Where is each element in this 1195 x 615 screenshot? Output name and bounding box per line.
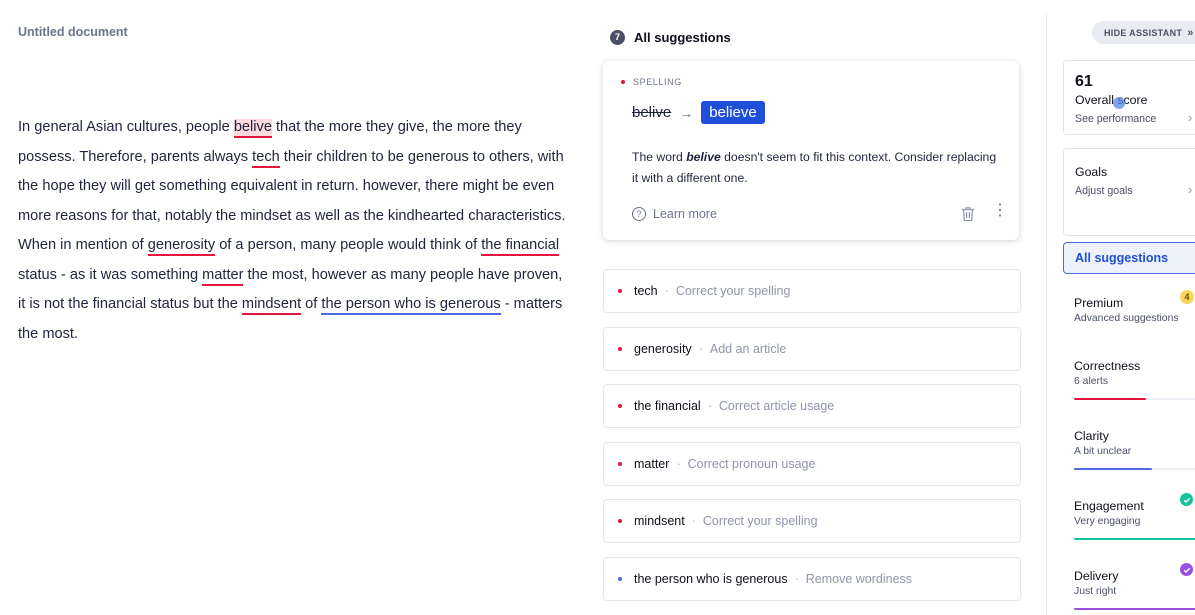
- separator: ·: [707, 399, 712, 413]
- arrow-right-icon: →: [679, 104, 694, 121]
- document-text: of a person, many people would think of: [215, 237, 482, 253]
- desc-prefix: The word: [632, 150, 687, 164]
- separator: ·: [676, 456, 681, 471]
- suggestion-hint: Add an article: [709, 341, 787, 356]
- document-title[interactable]: Untitled document: [18, 25, 128, 39]
- category-title: Correctness: [1074, 359, 1141, 373]
- premium-title: Premium: [1074, 296, 1124, 310]
- more-options-icon[interactable]: ⋮: [992, 203, 1008, 219]
- suggestion-hint: Correct your spelling: [702, 514, 818, 528]
- suggestions-title: All suggestions: [634, 30, 731, 45]
- document-editor[interactable]: In general Asian cultures, people belive…: [18, 113, 566, 349]
- suggestion-count-badge: 7: [610, 30, 625, 45]
- desc-word: belive: [686, 150, 721, 164]
- adjust-goals-link[interactable]: Adjust goals: [1075, 185, 1133, 197]
- goals-card[interactable]: Goals Adjust goals ›: [1063, 148, 1195, 236]
- accept-replacement-button[interactable]: believe: [701, 101, 765, 124]
- category-clarity[interactable]: Clarity A bit unclear: [1074, 429, 1131, 457]
- overall-score-label: Overall score: [1075, 93, 1148, 107]
- trash-icon[interactable]: [961, 206, 975, 222]
- suggestion-item[interactable]: matter · Correct pronoun usage: [603, 441, 1021, 486]
- category-dot: [621, 80, 625, 84]
- premium-category[interactable]: Premium Advanced suggestions: [1074, 296, 1179, 324]
- category-title: Clarity: [1074, 429, 1109, 443]
- hide-assistant-button[interactable]: HIDE ASSISTANT »: [1092, 21, 1195, 44]
- category-label: SPELLING: [633, 77, 682, 87]
- category-progress-fill: [1074, 608, 1195, 610]
- suggestion-hint: Correct article usage: [718, 399, 835, 413]
- double-chevron-right-icon: »: [1187, 26, 1194, 39]
- assistant-sidebar: HIDE ASSISTANT » 61 Overall score See pe…: [1046, 13, 1195, 615]
- suggestion-dot: [618, 461, 622, 466]
- flagged-word-active[interactable]: belive: [233, 119, 272, 138]
- suggestion-item[interactable]: mindsent · Correct your spelling: [603, 499, 1021, 543]
- premium-count-badge: 4: [1180, 290, 1194, 304]
- suggestion-item[interactable]: the financial · Correct article usage: [603, 384, 1021, 428]
- category-delivery[interactable]: Delivery Just right: [1074, 569, 1118, 597]
- chevron-right-icon: ›: [1188, 182, 1193, 197]
- suggestion-item[interactable]: tech · Correct your spelling: [603, 269, 1021, 313]
- flagged-word[interactable]: the financial: [481, 237, 560, 256]
- suggestion-hint: Remove wordiness: [805, 571, 913, 586]
- category-status: Just right: [1074, 586, 1117, 597]
- separator: ·: [664, 284, 669, 298]
- replacement-row: belive → believe: [632, 101, 765, 124]
- suggestion-category: SPELLING: [621, 77, 682, 87]
- document-text: In general Asian cultures, people: [18, 119, 234, 135]
- flagged-word[interactable]: mindsent: [241, 296, 302, 315]
- question-icon: ?: [632, 207, 646, 221]
- suggestion-dot: [618, 346, 622, 351]
- category-engagement[interactable]: Engagement Very engaging: [1074, 499, 1144, 527]
- document-text: status - as it was something: [18, 266, 203, 283]
- suggestion-term: matter: [634, 456, 670, 471]
- suggestion-item[interactable]: generosity · Add an article: [603, 326, 1021, 371]
- original-word: belive: [632, 104, 672, 121]
- suggestion-dot: [618, 519, 622, 523]
- flagged-word[interactable]: generosity: [147, 237, 216, 256]
- learn-more-label: Learn more: [653, 207, 717, 221]
- suggestion-item[interactable]: the person who is generous · Remove wordin…: [603, 556, 1021, 601]
- category-status: 6 alerts: [1074, 376, 1109, 387]
- separator: ·: [698, 341, 703, 356]
- category-progress-fill: [1074, 538, 1195, 540]
- suggestion-term: generosity: [634, 341, 692, 356]
- suggestion-term: the person who is generous: [634, 571, 788, 586]
- category-progress-fill: [1074, 398, 1146, 400]
- flagged-word[interactable]: matter: [202, 266, 244, 286]
- mouse-cursor: [1113, 97, 1125, 109]
- flagged-word[interactable]: tech: [252, 148, 280, 168]
- suggestion-term: mindsent: [634, 514, 685, 528]
- overall-score-card[interactable]: 61 Overall score See performance ›: [1063, 60, 1195, 135]
- category-progress-fill: [1074, 468, 1152, 470]
- suggestion-description: The word belive doesn't seem to fit this…: [632, 147, 1002, 189]
- suggestion-hint: Correct pronoun usage: [687, 456, 816, 471]
- document-text: of: [301, 296, 322, 312]
- overall-score-value: 61: [1075, 73, 1093, 90]
- premium-sub: Advanced suggestions: [1074, 313, 1179, 324]
- flagged-phrase[interactable]: the person who is generous: [321, 296, 501, 315]
- suggestion-dot: [618, 289, 622, 293]
- chevron-right-icon: ›: [1188, 110, 1193, 125]
- category-status: Very engaging: [1074, 516, 1141, 527]
- suggestion-dot: [618, 404, 622, 408]
- category-title: Delivery: [1074, 569, 1119, 583]
- suggestion-dot: [618, 576, 622, 581]
- suggestion-hint: Correct your spelling: [675, 284, 791, 298]
- suggestion-term: tech: [634, 284, 658, 298]
- all-suggestions-tab[interactable]: All suggestions: [1063, 242, 1195, 274]
- learn-more-link[interactable]: ? Learn more: [632, 207, 717, 221]
- separator: ·: [691, 514, 696, 528]
- category-title: Engagement: [1074, 499, 1144, 513]
- see-performance-link[interactable]: See performance: [1075, 113, 1156, 125]
- suggestions-header: 7 All suggestions: [610, 30, 731, 45]
- hide-assistant-label: HIDE ASSISTANT: [1104, 27, 1183, 38]
- goals-label: Goals: [1075, 165, 1108, 179]
- category-correctness[interactable]: Correctness 6 alerts: [1074, 359, 1140, 387]
- suggestion-term: the financial: [634, 399, 701, 413]
- active-suggestion-card[interactable]: SPELLING belive → believe The word beliv…: [603, 61, 1019, 240]
- category-status: A bit unclear: [1074, 446, 1132, 457]
- separator: ·: [794, 571, 799, 586]
- check-icon: [1180, 493, 1193, 506]
- check-icon: [1180, 563, 1193, 576]
